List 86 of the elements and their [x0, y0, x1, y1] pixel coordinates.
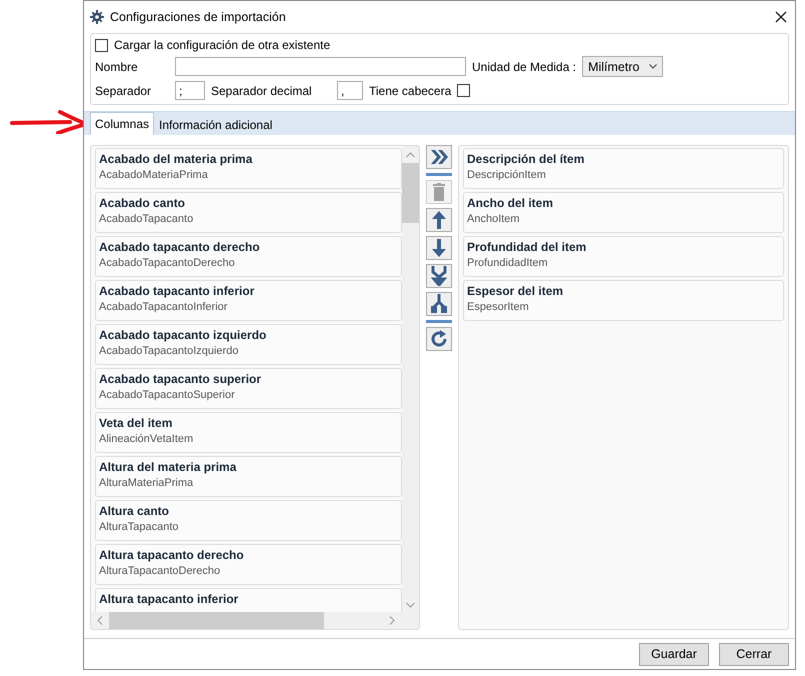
column-card[interactable]: Altura tapacanto derecho AlturaTapacantoDerecho	[95, 544, 402, 585]
column-title: Acabado tapacanto inferior	[99, 284, 256, 298]
vertical-scrollbar[interactable]	[402, 146, 419, 612]
column-title: Descripción del ítem	[467, 152, 586, 166]
column-title: Acabado tapacanto superior	[99, 372, 262, 386]
down-arrow-icon	[432, 239, 446, 257]
column-field: AcabadoTapacantoIzquierdo	[99, 345, 398, 357]
checkbox[interactable]	[457, 84, 470, 97]
tab[interactable]: Información adicional	[154, 114, 278, 135]
decimal-separator-field[interactable]: ,	[337, 81, 363, 100]
toolbar-button[interactable]	[426, 208, 452, 232]
toolbar-button[interactable]	[426, 327, 452, 351]
column-title: Altura del materia prima	[99, 460, 238, 474]
column-field: AnchoItem	[467, 213, 780, 225]
gear-icon	[90, 10, 104, 24]
scrollbar-thumb[interactable]	[402, 163, 419, 223]
toolbar-button[interactable]	[426, 236, 452, 260]
horizontal-scrollbar[interactable]	[91, 612, 419, 629]
tab[interactable]: Columnas	[90, 112, 154, 135]
field-label: Separador	[95, 84, 152, 98]
column-field: AcabadoMateriaPrima	[99, 169, 398, 181]
field-label: Unidad de Medida :	[472, 60, 576, 74]
column-card[interactable]: Altura tapacanto inferior	[95, 588, 402, 612]
window-title: Configuraciones de importación	[110, 10, 287, 24]
close-button[interactable]	[773, 9, 789, 25]
scrollbar-thumb[interactable]	[109, 612, 324, 629]
dialog-button[interactable]: Guardar	[639, 642, 709, 666]
column-field: ProfundidadItem	[467, 257, 780, 269]
column-title: Acabado tapacanto izquierdo	[99, 328, 268, 342]
split-icon	[431, 294, 447, 314]
checkbox-label: Tiene cabecera	[369, 84, 452, 98]
close-icon	[775, 11, 787, 23]
column-title: Acabado tapacanto derecho	[99, 240, 261, 254]
chevron-right-icon	[389, 616, 395, 625]
chevron-down-icon	[649, 64, 658, 69]
column-card[interactable]: Altura del materia prima AlturaMateriaPrima	[95, 456, 402, 497]
toolbar-button[interactable]	[426, 264, 452, 288]
column-field: EspesorItem	[467, 301, 780, 313]
checkbox-label: Cargar la configuración de otra existente	[114, 38, 330, 52]
column-card[interactable]: Veta del item AlineaciónVetaItem	[95, 412, 402, 453]
up-arrow-icon	[432, 211, 446, 229]
column-field: AcabadoTapacanto	[99, 213, 398, 225]
separator-field[interactable]: ;	[175, 81, 205, 100]
column-title: Altura canto	[99, 504, 170, 518]
column-card[interactable]: Acabado tapacanto izquierdo AcabadoTapacantoIzquierdo	[95, 324, 402, 365]
toolbar-button[interactable]	[426, 145, 452, 169]
column-title: Acabado del materia prima	[99, 152, 254, 166]
chevron-up-icon	[406, 152, 415, 158]
column-field: AlturaTapacanto	[99, 521, 398, 533]
column-field: AcabadoTapacantoSuperior	[99, 389, 398, 401]
column-card[interactable]: Ancho del item AnchoItem	[463, 192, 784, 233]
dialog-button[interactable]: Cerrar	[719, 642, 789, 666]
column-title: Veta del item	[99, 416, 174, 430]
trash-icon	[433, 183, 445, 201]
column-card[interactable]: Acabado tapacanto derecho AcabadoTapacantoDerecho	[95, 236, 402, 277]
merge-icon	[431, 266, 447, 286]
chevron-left-icon	[97, 616, 103, 625]
field-label: Separador decimal	[211, 84, 313, 98]
column-card[interactable]: Altura canto AlturaTapacanto	[95, 500, 402, 541]
column-title: Altura tapacanto derecho	[99, 548, 245, 562]
double-chevron-icon	[430, 149, 448, 165]
checkbox[interactable]	[95, 38, 108, 52]
column-field: DescripciónItem	[467, 169, 780, 181]
unit-dropdown[interactable]: Milímetro	[582, 56, 664, 77]
column-card[interactable]: Acabado tapacanto inferior AcabadoTapacantoInferior	[95, 280, 402, 321]
column-card[interactable]: Espesor del item EspesorItem	[463, 280, 784, 321]
column-field: AlturaTapacantoDerecho	[99, 565, 398, 577]
column-card[interactable]: Profundidad del item ProfundidadItem	[463, 236, 784, 277]
column-title: Ancho del item	[467, 196, 554, 210]
column-field: AlturaMateriaPrima	[99, 477, 398, 489]
column-card[interactable]: Descripción del ítem DescripciónItem	[463, 148, 784, 189]
column-title: Profundidad del item	[467, 240, 588, 254]
column-field: AlineaciónVetaItem	[99, 433, 398, 445]
column-field: AcabadoTapacantoInferior	[99, 301, 398, 313]
refresh-icon	[430, 330, 448, 348]
column-title: Acabado canto	[99, 196, 186, 210]
column-field: AcabadoTapacantoDerecho	[99, 257, 398, 269]
column-card[interactable]: Acabado canto AcabadoTapacanto	[95, 192, 402, 233]
field-label: Nombre	[95, 60, 139, 74]
column-card[interactable]: Acabado tapacanto superior AcabadoTapacantoSuperior	[95, 368, 402, 409]
toolbar-button[interactable]	[426, 292, 452, 316]
name-field[interactable]	[175, 57, 466, 76]
column-card[interactable]: Acabado del materia prima AcabadoMateriaPrima	[95, 148, 402, 189]
chevron-down-icon	[406, 602, 415, 608]
column-title: Espesor del item	[467, 284, 564, 298]
column-title: Altura tapacanto inferior	[99, 592, 240, 606]
